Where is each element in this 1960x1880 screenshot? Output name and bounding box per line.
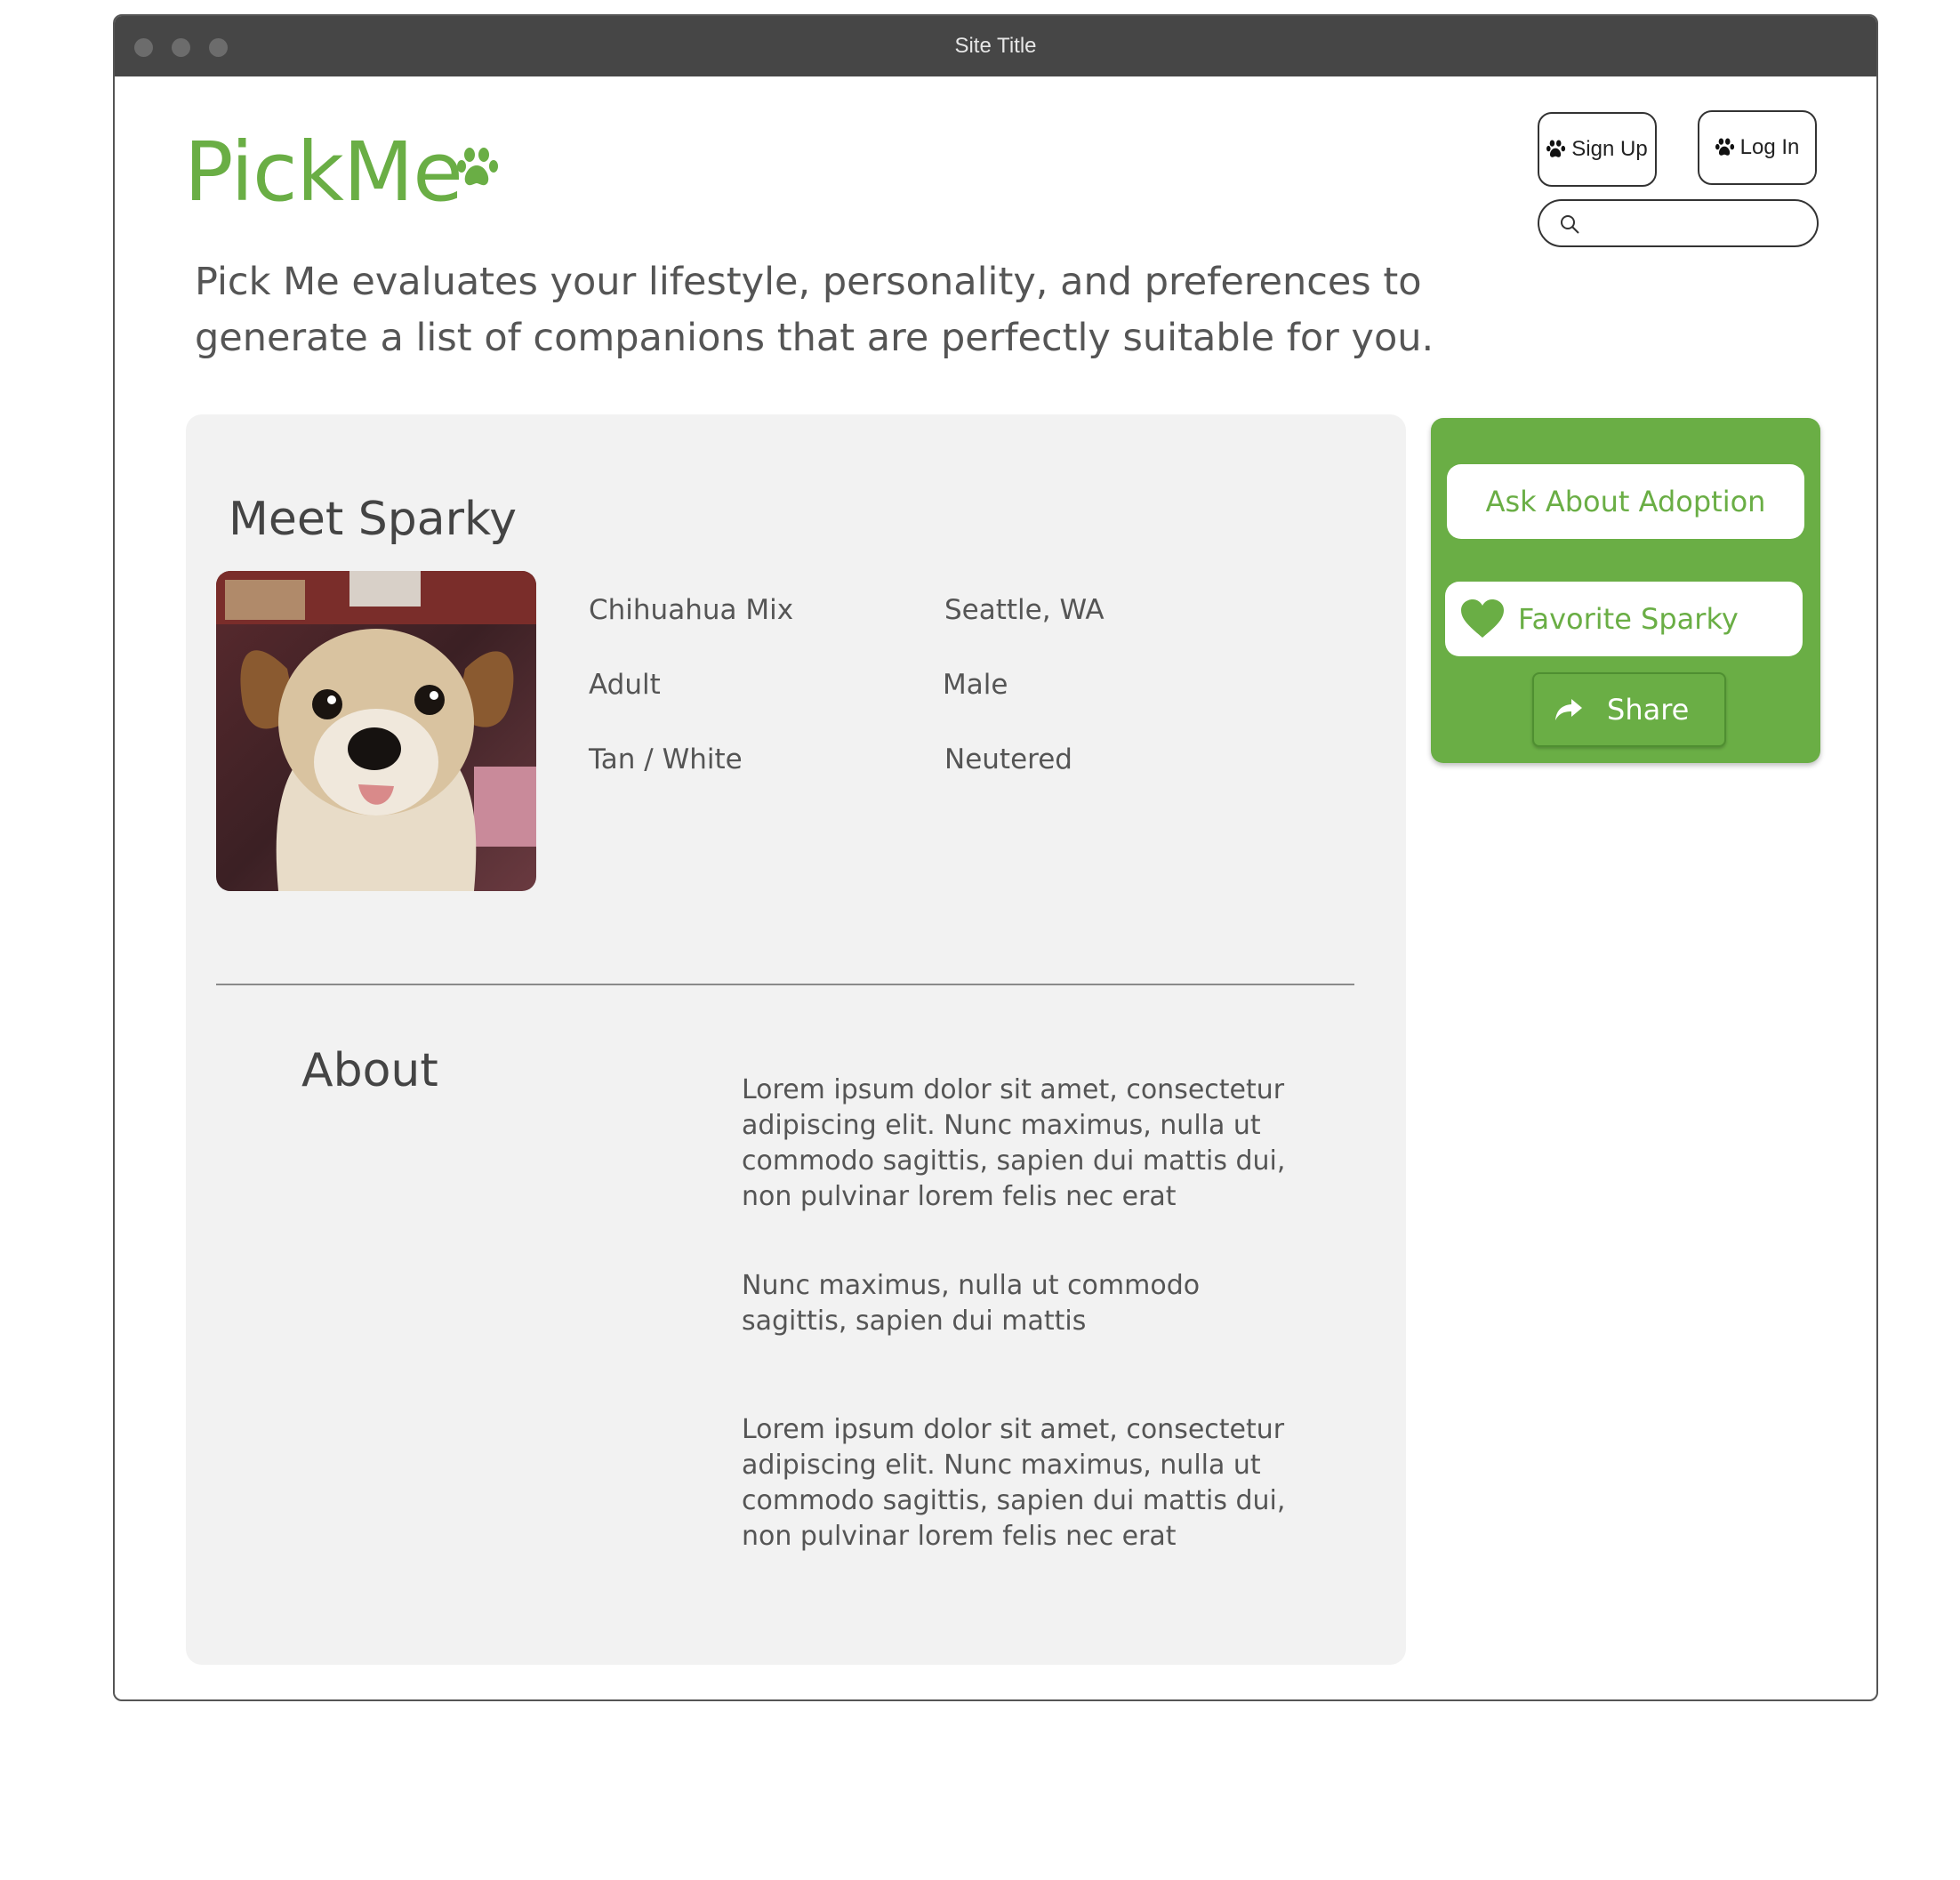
log-in-button[interactable]: Log In bbox=[1698, 110, 1817, 185]
site-logo[interactable]: PickMe bbox=[184, 132, 463, 213]
sign-up-button[interactable]: Sign Up bbox=[1538, 112, 1657, 187]
favorite-label: Favorite Sparky bbox=[1518, 602, 1739, 636]
ask-about-adoption-button[interactable]: Ask About Adoption bbox=[1447, 464, 1804, 539]
section-divider bbox=[216, 984, 1354, 985]
adoption-actions-panel: Ask About Adoption Favorite Sparky Share bbox=[1431, 418, 1820, 763]
color-value: Tan / White bbox=[589, 743, 743, 775]
log-in-label: Log In bbox=[1739, 135, 1800, 159]
age-value: Adult bbox=[589, 669, 661, 701]
window-close-dot[interactable] bbox=[134, 38, 153, 57]
paw-icon bbox=[1546, 140, 1566, 157]
browser-window: Site Title PickMe Sign Up Log In Pick Me… bbox=[113, 14, 1878, 1701]
search-icon bbox=[1561, 215, 1579, 234]
location-value: Seattle, WA bbox=[944, 594, 1105, 626]
favorite-button[interactable]: Favorite Sparky bbox=[1445, 582, 1803, 656]
search-box[interactable] bbox=[1538, 199, 1819, 247]
pet-heading: Meet Sparky bbox=[229, 493, 518, 546]
window-minimize-dot[interactable] bbox=[172, 38, 190, 57]
sex-value: Male bbox=[943, 669, 1008, 701]
paw-icon bbox=[1715, 138, 1734, 156]
search-input[interactable] bbox=[1587, 208, 1804, 240]
window-titlebar: Site Title bbox=[115, 16, 1876, 76]
about-paragraph: Lorem ipsum dolor sit amet, consectetur … bbox=[742, 1414, 1286, 1552]
pet-profile-card: Meet Sparky Chihuahua Mix Seattle, WA Ad… bbox=[186, 414, 1406, 1665]
heart-icon bbox=[1461, 599, 1504, 638]
paw-icon bbox=[457, 148, 498, 186]
window-maximize-dot[interactable] bbox=[209, 38, 228, 57]
dog-photo-illustration bbox=[216, 571, 536, 891]
tagline: Pick Me evaluates your lifestyle, person… bbox=[195, 260, 1434, 360]
breed-value: Chihuahua Mix bbox=[589, 594, 794, 626]
share-arrow-icon bbox=[1555, 699, 1582, 720]
about-paragraph: Lorem ipsum dolor sit amet, consectetur … bbox=[742, 1074, 1286, 1212]
share-label: Share bbox=[1607, 693, 1690, 727]
about-paragraph: Nunc maximus, nulla ut commodo sagittis,… bbox=[742, 1270, 1201, 1337]
about-heading: About bbox=[301, 1044, 438, 1097]
sign-up-label: Sign Up bbox=[1571, 137, 1648, 161]
status-value: Neutered bbox=[944, 743, 1072, 775]
ask-about-adoption-label: Ask About Adoption bbox=[1485, 485, 1766, 518]
pet-photo[interactable] bbox=[216, 571, 536, 891]
share-button[interactable]: Share bbox=[1532, 672, 1726, 747]
window-title: Site Title bbox=[954, 34, 1037, 58]
